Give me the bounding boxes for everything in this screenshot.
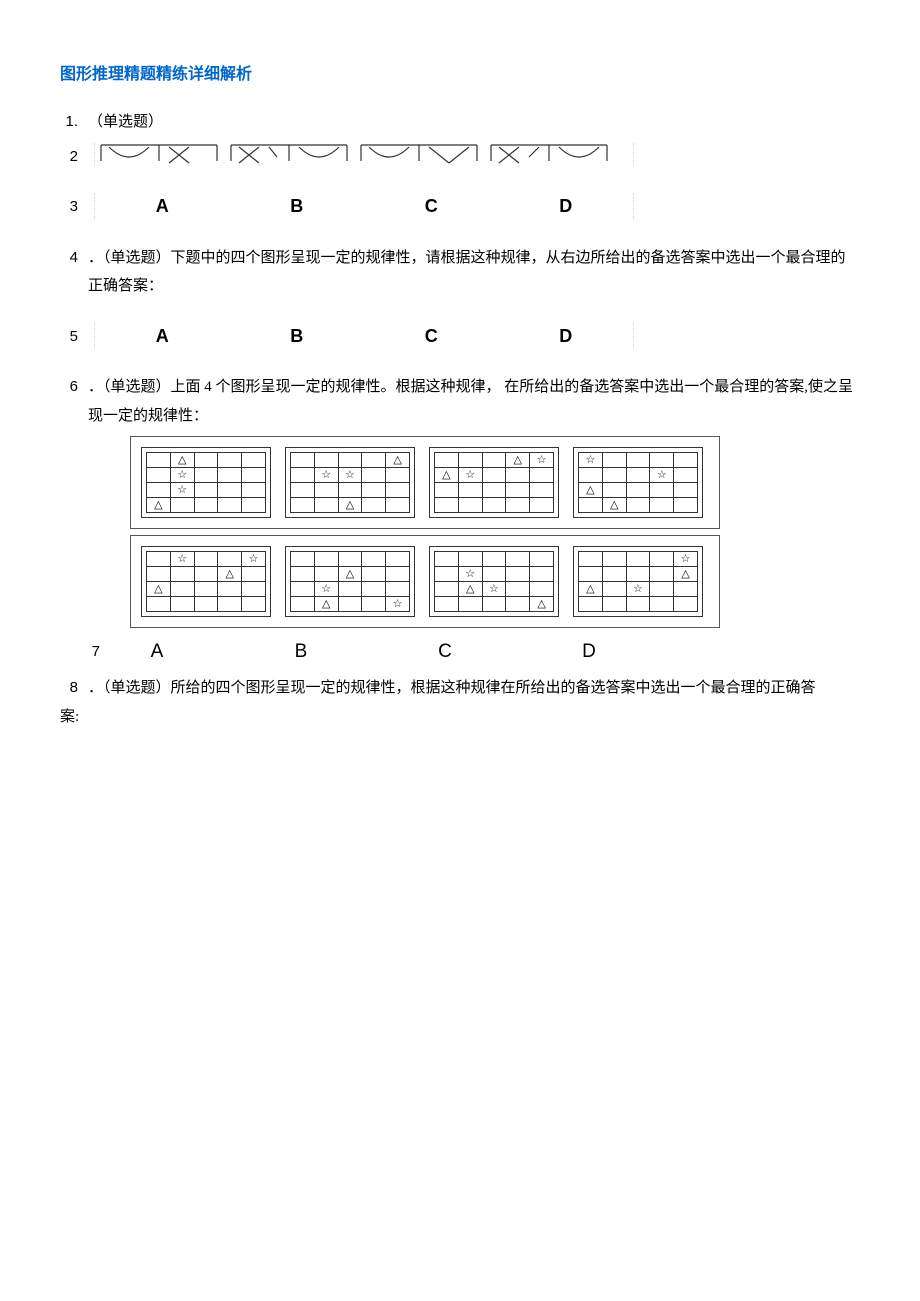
row-5-number: 5 — [60, 323, 88, 352]
q4-text: ．（单选题）下题中的四个图形呈现一定的规律性，请根据这种规律，从右边所给出的备选… — [88, 244, 860, 301]
page-title: 图形推理精题精练详细解析 — [60, 60, 860, 90]
mini-grid: ☆△☆△ — [429, 546, 559, 617]
grid-label-d[interactable]: D — [524, 634, 654, 670]
mini-grid: ☆☆△△ — [141, 546, 271, 617]
q8-tail: 案: — [60, 703, 860, 732]
mini-grid: ☆☆△△ — [573, 447, 703, 518]
option-c[interactable]: C — [364, 193, 499, 219]
grid-label-b[interactable]: B — [236, 634, 366, 670]
q6-line: 6 ．（单选题）上面 4 个图形呈现一定的规律性。根据这种规律， 在所给出的备选… — [60, 373, 860, 430]
option-row-5: A B C D — [94, 323, 634, 349]
option-a-5[interactable]: A — [95, 323, 230, 349]
mini-grid: △☆☆△ — [141, 447, 271, 518]
row-2: 2 — [60, 143, 860, 172]
row-3-number: 3 — [60, 193, 88, 222]
arc-figure-row — [94, 143, 634, 167]
option-row-3: A B C D — [94, 193, 634, 219]
grid-label-a[interactable]: A — [92, 634, 222, 670]
grid-label-c[interactable]: C — [380, 634, 510, 670]
mini-grid: △☆☆△ — [285, 447, 415, 518]
option-a[interactable]: A — [95, 193, 230, 219]
grid-block: △☆☆△△☆☆△△☆△☆☆☆△△ ☆☆△△△☆△☆☆△☆△☆△△☆ 7 A B … — [130, 436, 860, 670]
q4-line: 4 ．（单选题）下题中的四个图形呈现一定的规律性，请根据这种规律，从右边所给出的… — [60, 244, 860, 301]
option-b[interactable]: B — [230, 193, 365, 219]
grid-bottom-row: ☆☆△△△☆△☆☆△☆△☆△△☆ — [130, 535, 720, 628]
grid-top-row: △☆☆△△☆☆△△☆△☆☆☆△△ — [130, 436, 720, 529]
option-d-5[interactable]: D — [499, 323, 634, 349]
arc-fig-b-icon — [229, 143, 349, 167]
mini-grid: ☆△△☆ — [573, 546, 703, 617]
grid-labels: A B C D — [82, 634, 672, 670]
q1-line: 1. （单选题） — [60, 108, 860, 137]
arc-fig-d-icon — [489, 143, 609, 167]
q6-number: 6 — [60, 373, 88, 402]
option-c-5[interactable]: C — [364, 323, 499, 349]
q4-number: 4 — [60, 244, 88, 273]
q8-line: 8 ．（单选题）所给的四个图形呈现一定的规律性，根据这种规律在所给出的备选答案中… — [60, 674, 860, 703]
q1-text: （单选题） — [88, 108, 860, 137]
q6-text: ．（单选题）上面 4 个图形呈现一定的规律性。根据这种规律， 在所给出的备选答案… — [88, 373, 860, 430]
q8-number: 8 — [60, 674, 88, 703]
option-b-5[interactable]: B — [230, 323, 365, 349]
row-3: 3 A B C D — [60, 193, 860, 222]
arc-fig-c-icon — [359, 143, 479, 167]
q8-text: ．（单选题）所给的四个图形呈现一定的规律性，根据这种规律在所给出的备选答案中选出… — [88, 674, 860, 703]
row-5: 5 A B C D — [60, 323, 860, 352]
mini-grid: △☆△☆ — [285, 546, 415, 617]
q1-number: 1. — [60, 108, 88, 137]
mini-grid: △☆△☆ — [429, 447, 559, 518]
arc-fig-a-icon — [99, 143, 219, 167]
option-d[interactable]: D — [499, 193, 634, 219]
row-2-number: 2 — [60, 143, 88, 172]
